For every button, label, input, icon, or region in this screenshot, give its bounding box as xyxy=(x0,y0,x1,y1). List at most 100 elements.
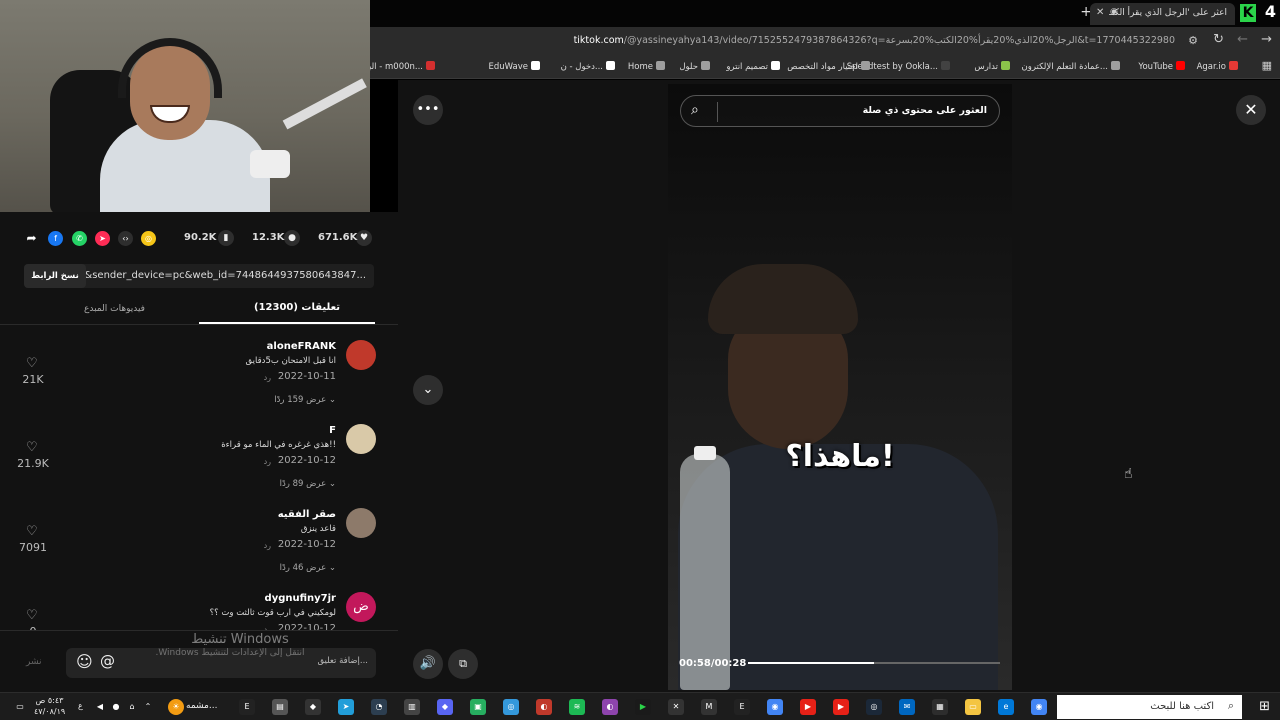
bookmark-item[interactable]: Home xyxy=(628,61,665,72)
comment-date: 2022-10-11 xyxy=(277,371,336,382)
taskbar-app-icon[interactable]: ◐ xyxy=(536,699,552,715)
back-icon[interactable]: → xyxy=(1261,32,1272,47)
taskbar-clock[interactable]: ٥:٤٣ ص ٤٧/٠٨/١٩ xyxy=(34,695,65,717)
microphone-icon[interactable]: ● xyxy=(108,699,124,715)
site-settings-icon[interactable]: ⚙ xyxy=(1188,34,1198,47)
address-bar[interactable]: → ← ↻ ⚙ tiktok.com/@yassineyahya143/vide… xyxy=(370,27,1280,55)
commenter-avatar[interactable] xyxy=(346,424,376,454)
next-video-button[interactable]: ⌄ xyxy=(413,375,443,405)
share-other-icon[interactable]: ◎ xyxy=(141,231,156,246)
reload-icon[interactable]: ↻ xyxy=(1213,32,1224,47)
floating-player-icon[interactable]: ⧉ xyxy=(448,649,478,679)
forward-icon[interactable]: ← xyxy=(1237,32,1248,47)
taskbar-search[interactable]: اكتب هنا للبحث ⌕ xyxy=(1057,695,1242,719)
share-arrow-icon[interactable]: ➦ xyxy=(24,231,39,246)
bookmark-item[interactable]: تصميم انترو xyxy=(726,61,780,72)
commenter-username[interactable]: F xyxy=(329,425,336,436)
notifications-icon[interactable]: ▭ xyxy=(12,699,28,715)
windows-start-icon[interactable]: ⊞ xyxy=(1259,699,1270,714)
bookmark-item[interactable]: Agar.io xyxy=(1197,61,1238,72)
commenter-username[interactable]: صقر الفقيه xyxy=(278,509,336,520)
commenter-username[interactable]: aloneFRANK xyxy=(267,341,336,352)
commenter-avatar[interactable] xyxy=(346,340,376,370)
facebook-icon[interactable]: f xyxy=(48,231,63,246)
close-tab-icon[interactable]: ✕ xyxy=(1096,7,1104,18)
kick-icon[interactable]: ▶ xyxy=(635,699,651,715)
volume-tray-icon[interactable]: ◀ xyxy=(92,699,108,715)
bookmark-favicon-icon xyxy=(941,61,950,70)
commenter-avatar[interactable]: ض xyxy=(346,592,376,622)
taskbar-user-label[interactable]: مشمه... xyxy=(186,701,217,711)
search-icon[interactable]: ⌕ xyxy=(691,102,699,118)
volume-icon[interactable]: 🔊 xyxy=(413,649,443,679)
tray-expand-icon[interactable]: ⌃ xyxy=(140,699,156,715)
commenter-username[interactable]: dygnufiny7jr xyxy=(265,593,336,604)
epic-games-icon[interactable]: E xyxy=(239,699,255,715)
url-text[interactable]: tiktok.com/@yassineyahya143/video/715255… xyxy=(574,35,1175,46)
commenter-avatar[interactable] xyxy=(346,508,376,538)
steam-icon[interactable]: ◎ xyxy=(866,699,882,715)
reply-link[interactable]: رد xyxy=(264,457,271,466)
taskbar-app-icon[interactable]: ▤ xyxy=(272,699,288,715)
embed-code-icon[interactable]: ‹› xyxy=(118,231,133,246)
obs-icon[interactable]: ◐ xyxy=(602,699,618,715)
chrome-icon[interactable]: ◉ xyxy=(767,699,783,715)
bookmark-item[interactable]: تدارس xyxy=(974,61,1010,72)
whatsapp-icon[interactable]: ✆ xyxy=(72,231,87,246)
comment-icon[interactable]: ● xyxy=(284,230,300,246)
view-replies-link[interactable]: عرض 159 ردًا ⌄ xyxy=(274,395,336,405)
view-replies-link[interactable]: عرض 89 ردًا ⌄ xyxy=(280,479,336,489)
reply-link[interactable]: رد xyxy=(264,541,271,550)
like-heart-icon[interactable]: ♥ xyxy=(356,230,372,246)
view-replies-link[interactable]: عرض 46 ردًا ⌄ xyxy=(280,563,336,573)
tab-comments[interactable]: تعليقات (12300) xyxy=(254,302,340,313)
youtube-icon[interactable]: ▶ xyxy=(833,699,849,715)
calculator-icon[interactable]: ▦ xyxy=(932,699,948,715)
bookmarks-bar: ▦ Agar.io YouTube عمادة التعلم الإلكترون..… xyxy=(335,55,1280,79)
network-icon[interactable]: ⌂ xyxy=(124,699,140,715)
browser-tab[interactable]: اعثر على 'الرجل الذي يقرأ الكتـ ◉ ✕ xyxy=(1090,3,1235,25)
bookmark-item[interactable]: اختيار مواد التخصص xyxy=(787,61,870,72)
related-search-input[interactable]: العثور على محتوى ذي صلة ⌕ xyxy=(680,95,1000,127)
spotify-icon[interactable]: ≋ xyxy=(569,699,585,715)
edge-icon[interactable]: e xyxy=(998,699,1014,715)
bookmark-icon[interactable]: ▮ xyxy=(218,230,234,246)
video-progress-bar[interactable] xyxy=(748,662,1000,664)
taskbar-app-icon[interactable]: ◔ xyxy=(371,699,387,715)
taskbar-app-icon[interactable]: ◆ xyxy=(437,699,453,715)
epic-icon[interactable]: E xyxy=(734,699,750,715)
reply-link[interactable]: رد xyxy=(264,373,271,382)
taskbar-app-icon[interactable]: ◉ xyxy=(1031,699,1047,715)
file-explorer-icon[interactable]: ▭ xyxy=(965,699,981,715)
comment-like-heart-icon[interactable]: ♡ xyxy=(26,356,38,371)
bookmark-item[interactable]: EduWave xyxy=(489,61,540,72)
taskbar-app-icon[interactable]: ▥ xyxy=(404,699,420,715)
video-player[interactable]: ماهذا؟! xyxy=(668,84,1012,690)
telegram-icon[interactable]: ➤ xyxy=(338,699,354,715)
comment-like-heart-icon[interactable]: ♡ xyxy=(26,440,38,455)
close-video-button[interactable]: ✕ xyxy=(1236,95,1266,125)
language-indicator[interactable]: ع xyxy=(78,701,83,710)
taskbar-app-icon[interactable]: ◎ xyxy=(503,699,519,715)
bookmark-item[interactable]: حلول xyxy=(679,61,710,72)
send-icon[interactable]: ➤ xyxy=(95,231,110,246)
bookmark-item[interactable]: دخول - ن... xyxy=(561,61,615,72)
weather-icon[interactable]: ☀ xyxy=(168,699,184,715)
outlook-icon[interactable]: ✉ xyxy=(899,699,915,715)
bookmark-item[interactable]: عمادة التعلم الإلكترون... xyxy=(1021,61,1120,72)
post-button[interactable]: نشر xyxy=(26,657,42,667)
bookmark-item[interactable]: YouTube xyxy=(1138,61,1185,72)
taskbar-app-icon[interactable]: M xyxy=(701,699,717,715)
speaker-icon[interactable]: ◉ xyxy=(1110,7,1118,17)
taskbar-app-icon[interactable]: ◆ xyxy=(305,699,321,715)
youtube-app-icon[interactable]: ▶ xyxy=(800,699,816,715)
taskbar-app-icon[interactable]: ▣ xyxy=(470,699,486,715)
comment-like-heart-icon[interactable]: ♡ xyxy=(26,524,38,539)
comment-like-heart-icon[interactable]: ♡ xyxy=(26,608,38,623)
tab-creator-videos[interactable]: فيديوهات المبدع xyxy=(84,304,145,314)
share-link-text[interactable]: =1&sender_device=pc&web_id=7448644937580… xyxy=(70,270,366,281)
copy-link-button[interactable]: نسخ الرابط xyxy=(24,264,86,288)
more-options-button[interactable]: ••• xyxy=(413,95,443,125)
xbox-icon[interactable]: ✕ xyxy=(668,699,684,715)
apps-grid-icon[interactable]: ▦ xyxy=(1262,59,1272,72)
